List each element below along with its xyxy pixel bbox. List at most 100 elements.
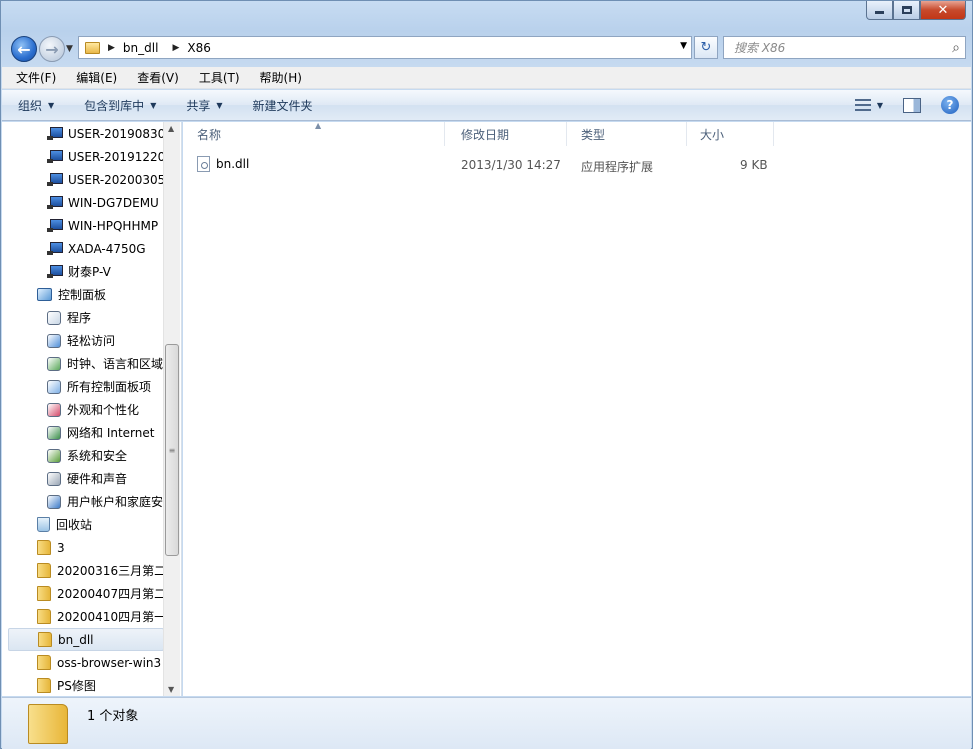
nav-item-label: 程序 <box>67 311 92 325</box>
nav-item[interactable]: 硬件和声音 <box>2 467 181 490</box>
nav-item[interactable]: 外观和个性化 <box>2 398 181 421</box>
scroll-up-icon[interactable]: ▲ <box>168 124 174 133</box>
nav-item-label: 外观和个性化 <box>67 403 140 417</box>
nav-item-label: 回收站 <box>56 518 93 532</box>
user-accounts-icon <box>47 494 61 509</box>
menu-edit[interactable]: 编辑(E) <box>72 67 121 88</box>
appearance-icon <box>47 402 61 417</box>
column-header-type[interactable]: 类型 <box>567 122 687 146</box>
nav-item[interactable]: PS修图 <box>2 674 181 696</box>
breadcrumb-bn-dll[interactable]: bn_dll <box>123 41 159 55</box>
nav-item-label: XADA-4750G <box>68 241 146 256</box>
menu-help[interactable]: 帮助(H) <box>256 67 306 88</box>
file-modified: 2013/1/30 14:27 <box>461 158 561 172</box>
column-header-size[interactable]: 大小 <box>686 122 774 146</box>
column-header-name[interactable]: 名称 ▲ <box>183 121 445 146</box>
menu-tools[interactable]: 工具(T) <box>195 67 244 88</box>
nav-item[interactable]: 20200316三月第二 <box>2 559 181 582</box>
computer-icon <box>47 173 63 186</box>
computer-icon <box>47 150 63 163</box>
nav-item[interactable]: 时钟、语言和区域 <box>2 352 181 375</box>
nav-item[interactable]: 控制面板 <box>2 283 181 306</box>
search-input[interactable]: 搜索 X86 ⌕ <box>723 36 966 59</box>
file-name[interactable]: bn.dll <box>216 157 249 171</box>
nav-item[interactable]: USER-20191220I <box>2 145 181 168</box>
close-icon: ✕ <box>937 2 949 18</box>
new-folder-label: 新建文件夹 <box>252 98 313 113</box>
include-in-library-button[interactable]: 包含到库中 ▼ <box>84 97 156 114</box>
command-bar: 组织 ▼ 包含到库中 ▼ 共享 ▼ 新建文件夹 ▼ ? <box>2 90 971 121</box>
view-options-icon[interactable] <box>854 99 871 111</box>
menu-file[interactable]: 文件(F) <box>12 67 60 88</box>
back-button[interactable]: ← <box>11 36 37 62</box>
minimize-icon <box>875 11 884 14</box>
nav-item[interactable]: 财泰P-V <box>2 260 181 283</box>
nav-item[interactable]: 所有控制面板项 <box>2 375 181 398</box>
nav-item[interactable]: WIN-HPQHHMP <box>2 214 181 237</box>
nav-item[interactable]: 回收站 <box>2 513 181 536</box>
scroll-down-icon[interactable]: ▼ <box>168 685 174 694</box>
folder-icon <box>37 655 51 670</box>
nav-item[interactable]: USER-20190830I <box>2 122 181 145</box>
nav-item-label: 财泰P-V <box>68 265 111 279</box>
command-bar-right: ▼ ? <box>854 96 959 114</box>
control-panel-icon <box>37 288 52 301</box>
nav-item-label: PS修图 <box>57 679 96 693</box>
address-bar[interactable]: ▶ bn_dll ▶ X86 ▼ <box>78 36 692 59</box>
share-button[interactable]: 共享 ▼ <box>186 97 222 114</box>
nav-item[interactable]: WIN-DG7DEMU <box>2 191 181 214</box>
dll-file-icon <box>197 156 210 172</box>
nav-item-label: 控制面板 <box>58 288 107 302</box>
nav-item[interactable]: 20200410四月第一 <box>2 605 181 628</box>
nav-item[interactable]: USER-20200305I <box>2 168 181 191</box>
help-icon[interactable]: ? <box>941 96 959 114</box>
nav-item[interactable]: 轻松访问 <box>2 329 181 352</box>
address-dropdown-icon[interactable]: ▼ <box>680 41 687 51</box>
chevron-right-icon[interactable]: ▶ <box>108 43 115 53</box>
chevron-down-icon: ▼ <box>216 100 223 110</box>
organize-button[interactable]: 组织 ▼ <box>18 97 54 114</box>
nav-item[interactable]: 网络和 Internet <box>2 421 181 444</box>
nav-item[interactable]: bn_dll <box>8 628 164 651</box>
nav-item[interactable]: 20200407四月第二 <box>2 582 181 605</box>
column-header-modified[interactable]: 修改日期 <box>447 122 567 146</box>
menu-view[interactable]: 查看(V) <box>133 67 183 88</box>
folder-icon <box>37 609 51 624</box>
folder-icon <box>37 678 51 693</box>
nav-item-label: 20200410四月第一 <box>57 610 167 624</box>
nav-item-label: USER-20190830I <box>68 126 169 141</box>
computer-icon <box>47 196 63 209</box>
nav-item[interactable]: 程序 <box>2 306 181 329</box>
navigation-scrollbar[interactable]: ▲ ≡ ▼ <box>163 122 180 696</box>
nav-item[interactable]: XADA-4750G <box>2 237 181 260</box>
recent-pages-dropdown[interactable]: ▼ <box>66 44 73 54</box>
column-name-label: 名称 <box>197 127 222 142</box>
forward-button[interactable]: → <box>39 36 65 62</box>
menu-bar: 文件(F) 编辑(E) 查看(V) 工具(T) 帮助(H) <box>2 67 971 89</box>
folder-icon <box>37 540 51 555</box>
maximize-button[interactable] <box>893 1 920 20</box>
new-folder-button[interactable]: 新建文件夹 <box>253 97 313 114</box>
recycle-bin-icon <box>37 517 50 532</box>
preview-pane-icon[interactable] <box>903 97 921 113</box>
chevron-right-icon[interactable]: ▶ <box>172 43 179 53</box>
nav-item[interactable]: 3 <box>2 536 181 559</box>
folder-icon <box>28 704 68 744</box>
minimize-button[interactable] <box>866 1 893 20</box>
scrollbar-thumb[interactable]: ≡ <box>165 344 179 556</box>
search-placeholder: 搜索 X86 <box>734 41 786 55</box>
file-row-bn-dll[interactable]: bn.dll <box>197 153 249 175</box>
folder-icon <box>37 563 51 578</box>
nav-item[interactable]: 用户帐户和家庭安全 <box>2 490 181 513</box>
nav-item-label: 用户帐户和家庭安全 <box>67 495 176 509</box>
nav-item[interactable]: 系统和安全 <box>2 444 181 467</box>
nav-item-label: 轻松访问 <box>67 334 116 348</box>
refresh-button[interactable]: ↻ <box>694 36 718 59</box>
breadcrumb-x86[interactable]: X86 <box>187 41 211 55</box>
close-button[interactable]: ✕ <box>920 1 966 20</box>
nav-item[interactable]: oss-browser-win3 <box>2 651 181 674</box>
search-icon[interactable]: ⌕ <box>952 40 960 56</box>
view-dropdown-icon[interactable]: ▼ <box>877 101 883 110</box>
nav-item-label: 3 <box>57 540 65 555</box>
nav-item-label: 系统和安全 <box>67 449 128 463</box>
